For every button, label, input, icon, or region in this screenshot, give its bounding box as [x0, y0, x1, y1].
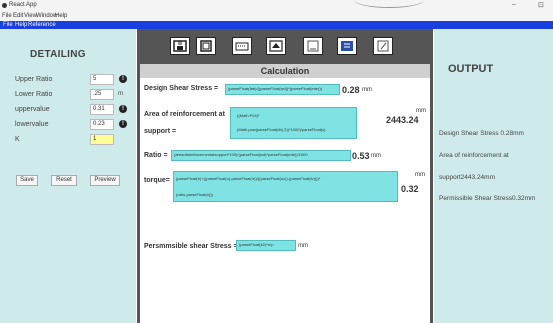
permissible-shear-formula[interactable]: (parseFloat(k2)*tc)=: [236, 240, 296, 251]
area-reinforcement-label: Area of reinforcement at: [144, 111, 225, 118]
detailing-heading: DETAILING: [30, 49, 86, 60]
formula-line-2: (Math.pow(parseFloat(db),2))*1000)/parse…: [237, 127, 326, 132]
restore-button[interactable]: ⊡: [538, 1, 544, 9]
preview-button[interactable]: Preview: [90, 175, 120, 186]
upper-ratio-input[interactable]: 5: [90, 74, 114, 85]
output-area-reinforcement-value: support2443.24mm: [439, 174, 496, 181]
torque-result: 0.32: [401, 184, 419, 194]
detailing-panel: DETAILING Upper Ratio 5 ! Lower Ratio .2…: [0, 29, 136, 323]
decorative-arc: [354, 0, 424, 8]
design-shear-stress-formula[interactable]: (parseFloat(fab)/((parseFloat(wd))*(pars…: [225, 84, 340, 95]
output-heading: OUTPUT: [448, 63, 494, 75]
document-icon[interactable]: [303, 37, 323, 55]
calculation-card: Calculation Design Shear Stress = (parse…: [140, 64, 430, 323]
lower-ratio-input[interactable]: .25: [90, 89, 114, 100]
lowervalue-input[interactable]: 0.23: [90, 119, 114, 130]
app-menu-help[interactable]: Help: [15, 22, 27, 28]
output-permissible-shear-stress: Permissible Shear Stress0.32mm: [439, 195, 536, 202]
field-label: K: [15, 136, 20, 143]
info-icon[interactable]: !: [119, 75, 127, 83]
output-design-shear-stress: Design Shear Stress 0.28mm: [439, 130, 524, 137]
info-icon[interactable]: !: [119, 120, 127, 128]
permissible-shear-unit: mm: [298, 243, 308, 249]
menu-help[interactable]: Help: [55, 13, 67, 19]
save-icon[interactable]: [170, 37, 190, 55]
table-icon[interactable]: [337, 37, 357, 55]
field-label: lowervalue: [15, 121, 49, 128]
minimize-button[interactable]: –: [512, 1, 516, 8]
k-input[interactable]: 1: [90, 134, 114, 145]
app-menu-file[interactable]: File: [3, 22, 13, 28]
design-shear-stress-label: Design Shear Stress =: [144, 85, 219, 92]
app-icon: [2, 3, 7, 8]
formula-line-2: (ratio-parseFloat(lr))): [176, 192, 213, 197]
area-reinforcement-formula[interactable]: ((Math.PI/4)* (Math.pow(parseFloat(db),2…: [230, 107, 357, 139]
title-bar: React App – ⊡: [0, 0, 553, 11]
menu-bar: File Edit View Window Help: [0, 11, 553, 21]
copy-icon[interactable]: [196, 37, 216, 55]
area-reinforcement-label-2: support =: [144, 128, 177, 135]
uppervalue-input[interactable]: 0.31: [90, 104, 114, 115]
output-panel: OUTPUT Design Shear Stress 0.28mm Area o…: [434, 29, 553, 323]
output-area-reinforcement: Area of reinforcement at: [439, 152, 509, 159]
formula-line-1: (parseFloat(Ir)+((parseFloat(u)-parseFlo…: [176, 176, 321, 181]
unit-label: m: [118, 91, 123, 97]
reset-button[interactable]: Reset: [51, 175, 77, 186]
app-menu-reference[interactable]: Reference: [28, 22, 56, 28]
edit-icon[interactable]: [373, 37, 393, 55]
torque-formula[interactable]: (parseFloat(Ir)+((parseFloat(u)-parseFlo…: [173, 171, 398, 202]
field-label: uppervalue: [15, 106, 50, 113]
field-upper-ratio: Upper Ratio 5 !: [15, 74, 135, 86]
design-shear-stress-unit: mm: [362, 87, 372, 93]
area-reinforcement-unit: mm: [416, 108, 426, 114]
area-reinforcement-result: 2443.24: [386, 115, 419, 125]
field-label: Upper Ratio: [15, 76, 53, 83]
ratio-formula[interactable]: (areaofreinforcementatsupport*100)/(pars…: [171, 150, 351, 161]
app-menu-bar: File Help Reference: [0, 21, 553, 29]
permissible-shear-label: Persmmsible shear Stress =: [144, 243, 238, 250]
save-button[interactable]: Save: [16, 175, 38, 186]
chart-icon[interactable]: [266, 37, 286, 55]
torque-unit: mm: [415, 172, 425, 178]
calculation-panel: Calculation Design Shear Stress = (parse…: [137, 29, 433, 323]
design-shear-stress-result: 0.28: [342, 85, 360, 95]
window-title: React App: [9, 2, 37, 8]
field-uppervalue: uppervalue 0.31 !: [15, 104, 135, 116]
info-icon[interactable]: !: [119, 105, 127, 113]
menu-edit[interactable]: Edit: [13, 13, 23, 19]
menu-view[interactable]: View: [24, 13, 37, 19]
calculation-title: Calculation: [140, 64, 430, 78]
field-lower-ratio: Lower Ratio .25 m: [15, 89, 135, 101]
formula-line-1: ((Math.PI/4)*: [237, 113, 260, 118]
ratio-unit: mm: [371, 153, 381, 159]
field-k: K 1: [15, 134, 135, 146]
ratio-result: 0.53: [352, 151, 370, 161]
field-label: Lower Ratio: [15, 91, 53, 98]
torque-label: torque=: [144, 177, 170, 184]
ratio-label: Ratio =: [144, 152, 168, 159]
menu-file[interactable]: File: [2, 13, 12, 19]
field-lowervalue: lowervalue 0.23 !: [15, 119, 135, 131]
calculator-icon[interactable]: [232, 37, 252, 55]
